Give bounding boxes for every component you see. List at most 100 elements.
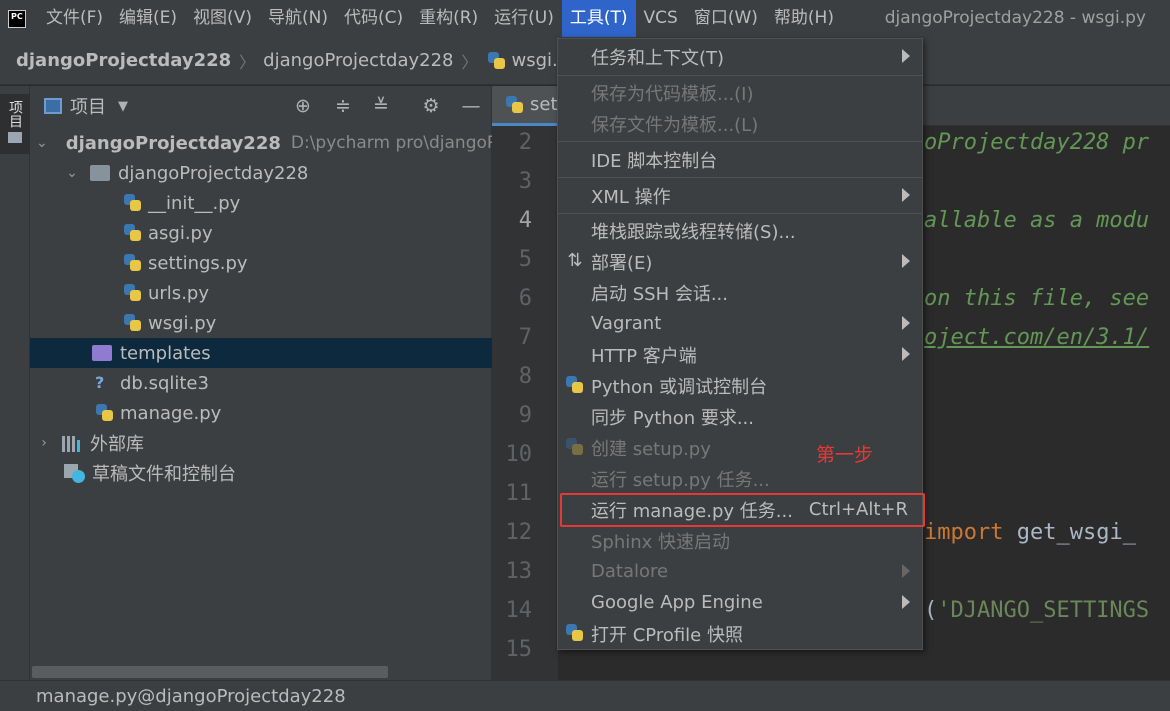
tree-item-wsgi[interactable]: wsgi.py [30, 308, 492, 338]
menu-view[interactable]: 视图(V) [185, 0, 260, 37]
project-panel-title[interactable]: 项目 [70, 93, 106, 119]
menu-item-label: 堆栈跟踪或线程转储(S)... [591, 221, 796, 243]
tree-item-external-libs[interactable]: › 外部库 [30, 428, 492, 458]
python-file-icon [122, 222, 144, 244]
code-keyword: import [924, 520, 1004, 545]
tree-item-scratches[interactable]: 草稿文件和控制台 [30, 458, 492, 488]
tree-item-asgi[interactable]: asgi.py [30, 218, 492, 248]
line-number: 2 [518, 130, 532, 155]
tree-file-label: wsgi.py [148, 312, 217, 334]
breadcrumb-separator: 〉 [461, 52, 478, 72]
menu-item-google-app-engine[interactable]: Google App Engine [558, 587, 922, 618]
submenu-arrow-icon [902, 316, 910, 330]
chevron-right-icon[interactable]: › [36, 435, 52, 451]
horizontal-scrollbar[interactable] [32, 666, 388, 678]
tree-item-init[interactable]: __init__.py [30, 188, 492, 218]
menu-item-vagrant[interactable]: Vagrant [558, 308, 922, 339]
tree-package-label: djangoProjectday228 [118, 162, 309, 184]
chevron-down-icon[interactable]: ⌄ [64, 165, 80, 181]
tree-item-root[interactable]: ⌄ djangoProjectday228 D:\pycharm pro\dja… [30, 128, 609, 158]
breadcrumb-project[interactable]: djangoProjectday228 [16, 50, 231, 71]
submenu-arrow-icon [902, 254, 910, 268]
tree-item-db[interactable]: ? db.sqlite3 [30, 368, 492, 398]
menu-item-label: 启动 SSH 会话... [591, 283, 728, 305]
menu-item-run-manage-task[interactable]: 运行 manage.py 任务... Ctrl+Alt+R [558, 494, 922, 525]
tree-item-package[interactable]: ⌄ djangoProjectday228 [30, 158, 492, 188]
project-tool-tab[interactable]: 项目 [0, 94, 30, 154]
menu-item-start-ssh[interactable]: 启动 SSH 会话... [558, 277, 922, 308]
menu-vcs[interactable]: VCS [636, 0, 686, 37]
status-bar: manage.py@djangoProjectday228 [0, 680, 1170, 711]
python-file-icon [486, 50, 508, 72]
menu-item-run-setup-task: 运行 setup.py 任务... [558, 463, 922, 494]
menu-window[interactable]: 窗口(W) [686, 0, 766, 37]
menu-item-xml-actions[interactable]: XML 操作 [558, 180, 922, 211]
submenu-arrow-icon [902, 49, 910, 63]
menu-run[interactable]: 运行(U) [486, 0, 562, 37]
annotation-step-label: 第一步 [816, 444, 874, 466]
project-panel: 项目 ▼ ⊕ ≑ ≚ ⚙ — ⌄ djangoProjectday228 D:\… [30, 86, 609, 680]
menu-item-label: Google App Engine [591, 592, 763, 613]
tree-item-manage[interactable]: manage.py [30, 398, 492, 428]
menu-separator [558, 177, 922, 178]
breadcrumb-separator: 〉 [239, 52, 256, 72]
menu-item-label: 保存文件为模板...(L) [591, 114, 759, 136]
python-file-icon [564, 436, 586, 458]
menu-item-label: 任务和上下文(T) [591, 47, 725, 69]
locate-icon[interactable]: ⊕ [292, 95, 314, 117]
menu-item-label: 运行 setup.py 任务... [591, 469, 770, 491]
menu-item-sync-requirements[interactable]: 同步 Python 要求... [558, 401, 922, 432]
line-number: 13 [505, 559, 533, 584]
submenu-arrow-icon [902, 564, 910, 578]
menu-refactor[interactable]: 重构(R) [411, 0, 486, 37]
line-number: 15 [505, 637, 533, 662]
menu-item-label: Python 或调试控制台 [591, 376, 768, 398]
expand-all-icon[interactable]: ≑ [332, 95, 354, 117]
menu-item-label: Vagrant [591, 313, 662, 334]
profiler-icon [564, 622, 586, 644]
gear-icon[interactable]: ⚙ [420, 95, 442, 117]
scratches-icon [64, 462, 86, 484]
line-number: 5 [518, 247, 532, 272]
submenu-arrow-icon [902, 188, 910, 202]
chevron-down-icon[interactable]: ⌄ [36, 135, 48, 151]
menu-item-tasks-contexts[interactable]: 任务和上下文(T) [558, 41, 922, 72]
menu-edit[interactable]: 编辑(E) [111, 0, 185, 37]
folder-icon [8, 132, 22, 143]
editor-tab-settings[interactable]: set [492, 86, 562, 126]
code-line-2: oProjectday228 pr [924, 130, 1150, 155]
tree-item-urls[interactable]: urls.py [30, 278, 492, 308]
tree-item-settings[interactable]: settings.py [30, 248, 492, 278]
tree-folder-label: templates [120, 342, 211, 364]
python-console-icon [564, 374, 586, 396]
menu-item-http-client[interactable]: HTTP 客户端 [558, 339, 922, 370]
collapse-all-icon[interactable]: ≚ [370, 95, 392, 117]
menu-separator [558, 141, 922, 142]
line-number-current: 4 [518, 208, 532, 233]
menu-item-ide-script-console[interactable]: IDE 脚本控制台 [558, 144, 922, 175]
menu-file[interactable]: 文件(F) [38, 0, 111, 37]
menu-item-save-file-template: 保存文件为模板...(L) [558, 108, 922, 139]
line-number: 11 [505, 481, 533, 506]
tree-external-libs-label: 外部库 [90, 434, 144, 455]
menu-item-label: 同步 Python 要求... [591, 407, 755, 429]
hide-icon[interactable]: — [460, 95, 482, 117]
menu-help[interactable]: 帮助(H) [766, 0, 842, 37]
breadcrumb-package[interactable]: djangoProjectday228 [263, 50, 453, 71]
menu-item-label: HTTP 客户端 [591, 345, 697, 367]
menu-separator [558, 75, 922, 76]
menu-item-deployment[interactable]: ⇅ 部署(E) [558, 246, 922, 277]
chevron-down-icon[interactable]: ▼ [118, 99, 128, 114]
menu-navigate[interactable]: 导航(N) [260, 0, 336, 37]
menu-item-python-console[interactable]: Python 或调试控制台 [558, 370, 922, 401]
tree-item-templates[interactable]: templates [30, 338, 492, 368]
menu-item-label: 打开 CProfile 快照 [591, 624, 743, 646]
code-line-4: allable as a modu [924, 208, 1150, 233]
menu-item-open-cprofile[interactable]: 打开 CProfile 快照 [558, 618, 922, 649]
menu-tools[interactable]: 工具(T) [561, 0, 636, 37]
project-tool-tab-label: 项目 [7, 100, 23, 128]
window-title: djangoProjectday228 - wsgi.py [884, 8, 1146, 28]
tools-menu-dropdown: 任务和上下文(T) 保存为代码模板...(I) 保存文件为模板...(L) ID… [557, 38, 923, 650]
menu-code[interactable]: 代码(C) [336, 0, 411, 37]
menu-item-stack-trace[interactable]: 堆栈跟踪或线程转储(S)... [558, 215, 922, 246]
